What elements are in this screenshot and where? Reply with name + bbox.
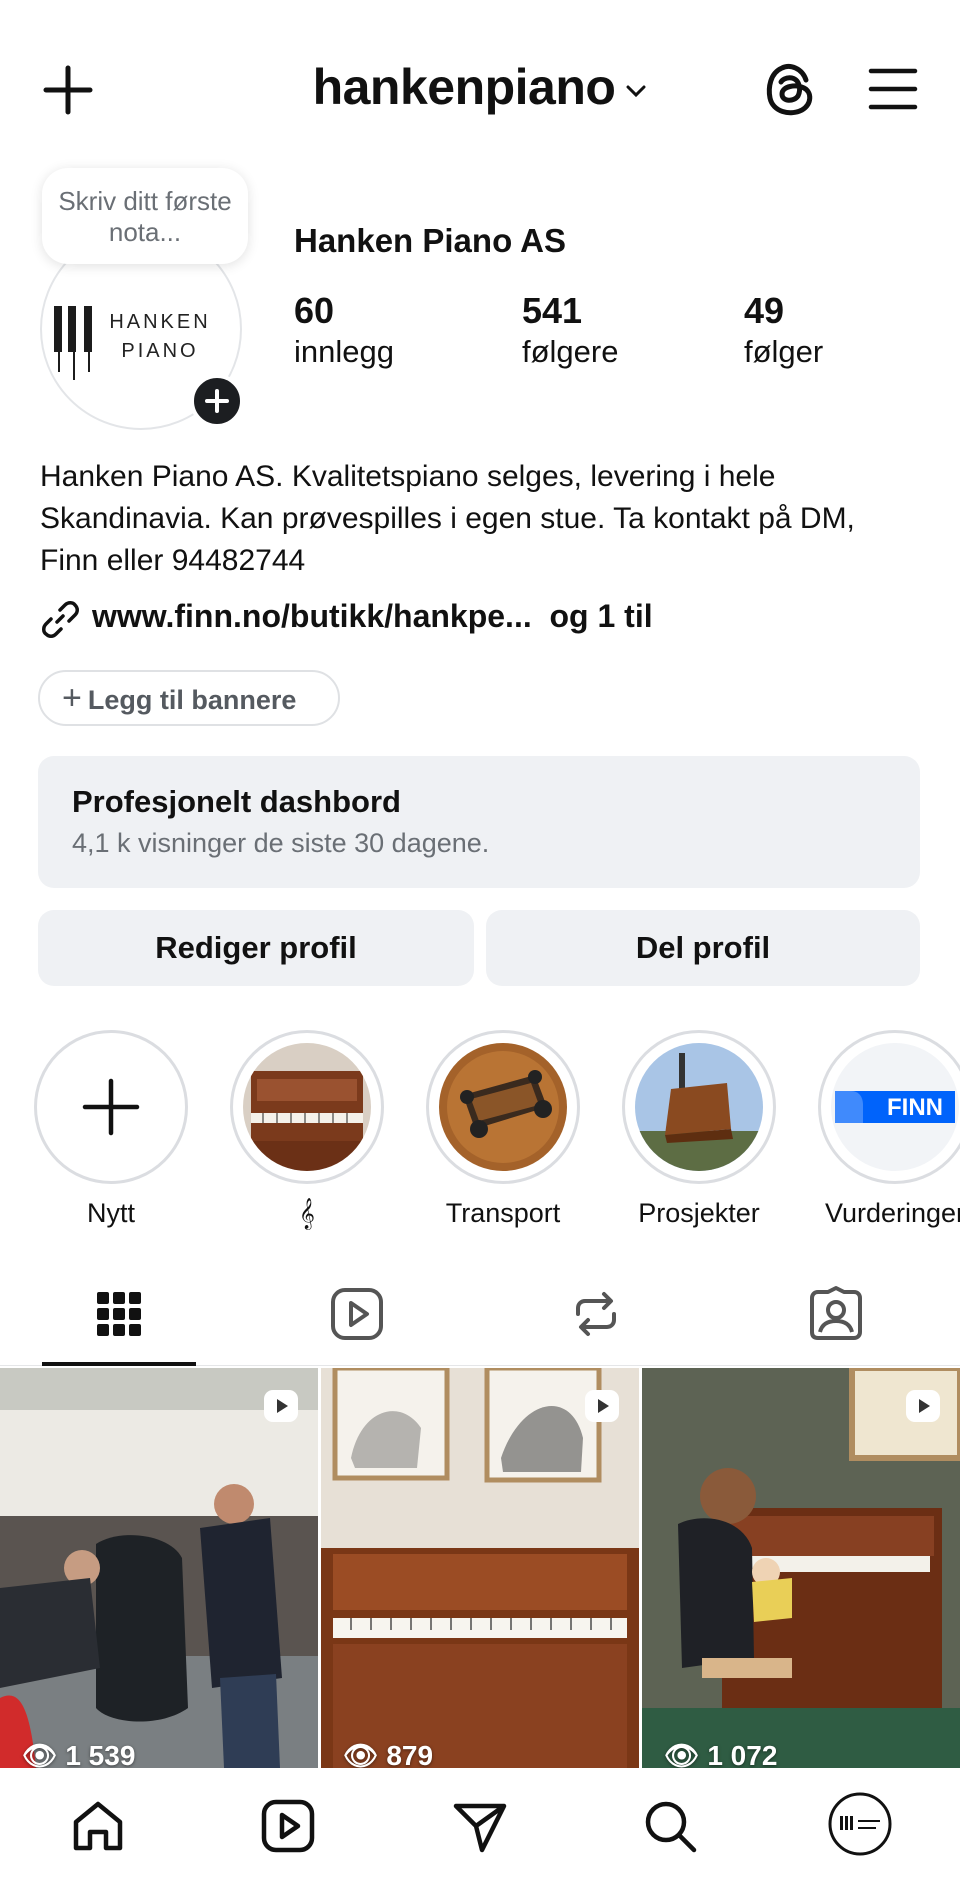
- grid-icon[interactable]: [89, 1284, 149, 1344]
- highlight-label: Nytt: [86, 1198, 135, 1228]
- professional-dashboard[interactable]: Profesjonelt dashbord 4,1 k visninger de…: [38, 756, 920, 888]
- link-icon: [42, 600, 79, 638]
- reel-badge-icon: [906, 1390, 940, 1422]
- menu-icon[interactable]: [868, 66, 918, 112]
- share-profile-button[interactable]: Del profil: [486, 910, 920, 986]
- send-icon[interactable]: [450, 1796, 510, 1856]
- dolly-image: [439, 1043, 567, 1171]
- stat-value: 49: [744, 290, 785, 331]
- home-icon[interactable]: [68, 1796, 128, 1856]
- active-tab-indicator: [42, 1362, 196, 1366]
- view-count: 👁︎ 1 072: [664, 1739, 777, 1768]
- view-count: 👁︎ 1 539: [22, 1739, 135, 1768]
- reel-badge-icon: [585, 1390, 619, 1422]
- stat-label: følger: [744, 334, 824, 369]
- threads-icon[interactable]: [760, 58, 820, 120]
- reels-icon[interactable]: [258, 1796, 318, 1856]
- highlight-label: 𝄞: [299, 1198, 315, 1228]
- eye-icon: 👁︎: [22, 1740, 58, 1768]
- highlight-label: Transport: [445, 1198, 561, 1228]
- profile-avatar-nav[interactable]: [828, 1792, 892, 1856]
- highlight-transport[interactable]: Transport: [426, 1030, 580, 1229]
- view-count: 👁︎ 879: [343, 1739, 433, 1768]
- post-thumbnail: [0, 1368, 318, 1768]
- stat-posts[interactable]: 60 innlegg: [294, 290, 394, 372]
- profile-name: Hanken Piano AS: [294, 222, 567, 259]
- finn-logo: FINN: [835, 1091, 955, 1123]
- note-placeholder: Skriv ditt første nota...: [58, 186, 232, 247]
- profile-bio: Hanken Piano AS. Kvalitetspiano selges, …: [40, 460, 855, 577]
- piano-image: [243, 1043, 371, 1171]
- svg-text:PIANO: PIANO: [121, 340, 198, 362]
- stat-following[interactable]: 49 følger: [744, 290, 823, 372]
- plus-icon: [205, 389, 229, 413]
- link-text: www.finn.no/butikk/hankpe...: [92, 598, 532, 634]
- stat-value: 60: [294, 290, 335, 331]
- note-bubble[interactable]: Skriv ditt første nota...: [42, 168, 248, 264]
- repost-icon[interactable]: [566, 1284, 626, 1344]
- stat-label: innlegg: [294, 334, 394, 369]
- plus-icon: [82, 1078, 140, 1136]
- highlight-label: Prosjekter: [638, 1198, 760, 1228]
- highlight-label: Vurderinger: [824, 1198, 960, 1228]
- stat-value: 541: [522, 290, 583, 331]
- chevron-down-icon: [626, 85, 646, 97]
- post-tile[interactable]: 👁︎ 1 072: [642, 1368, 960, 1768]
- dashboard-subtitle: 4,1 k visninger de siste 30 dagene.: [72, 828, 490, 858]
- add-banner-button[interactable]: + Legg til bannere: [38, 670, 340, 726]
- highlight-projects[interactable]: Prosjekter: [622, 1030, 776, 1229]
- stat-followers[interactable]: 541 følgere: [522, 290, 618, 372]
- reels-icon[interactable]: [327, 1284, 387, 1344]
- svg-text:HANKEN: HANKEN: [109, 311, 210, 333]
- link-more: og 1 til: [549, 598, 653, 634]
- eye-icon: 👁︎: [343, 1740, 379, 1768]
- stat-label: følgere: [522, 334, 619, 369]
- dashboard-title: Profesjonelt dashbord: [72, 784, 401, 819]
- profile-link[interactable]: www.finn.no/butikk/hankpe... og 1 til: [40, 598, 653, 639]
- plus-icon: +: [62, 679, 82, 717]
- highlight-piano[interactable]: 𝄞: [230, 1030, 384, 1230]
- add-story-button[interactable]: [190, 374, 244, 428]
- add-banner-label: Legg til bannere: [87, 685, 297, 715]
- reel-badge-icon: [264, 1390, 298, 1422]
- post-thumbnail: [321, 1368, 639, 1768]
- highlight-reviews[interactable]: FINN Vurderinger: [818, 1030, 960, 1229]
- svg-text:FINN: FINN: [887, 1094, 943, 1121]
- post-tile[interactable]: 👁︎ 879: [321, 1368, 639, 1768]
- tagged-icon[interactable]: [806, 1284, 866, 1344]
- search-icon[interactable]: [640, 1796, 700, 1856]
- username-title: hankenpiano: [312, 59, 616, 115]
- crane-image: [635, 1043, 763, 1171]
- post-tile[interactable]: 👁︎ 1 539: [0, 1368, 318, 1768]
- eye-icon: 👁︎: [664, 1740, 700, 1768]
- highlight-new[interactable]: Nytt: [34, 1030, 188, 1229]
- post-thumbnail: [642, 1368, 960, 1768]
- edit-profile-button[interactable]: Rediger profil: [38, 910, 474, 986]
